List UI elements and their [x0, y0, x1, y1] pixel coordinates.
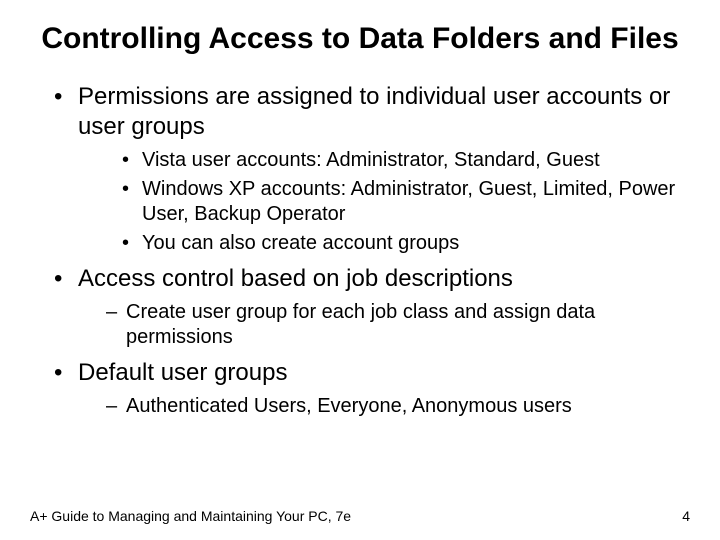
- bullet-list: Permissions are assigned to individual u…: [30, 82, 690, 419]
- bullet-text: Default user groups: [78, 359, 287, 386]
- bullet-item: Default user groups Authenticated Users,…: [54, 358, 690, 419]
- sub-dash-item: Authenticated Users, Everyone, Anonymous…: [106, 394, 690, 419]
- bullet-item: Permissions are assigned to individual u…: [54, 82, 690, 256]
- footer-left: A+ Guide to Managing and Maintaining You…: [30, 508, 351, 524]
- bullet-text: Permissions are assigned to individual u…: [78, 83, 670, 140]
- sub-dash-list: Authenticated Users, Everyone, Anonymous…: [78, 394, 690, 419]
- bullet-text: Access control based on job descriptions: [78, 265, 513, 292]
- sub-bullet-item: Windows XP accounts: Administrator, Gues…: [122, 177, 690, 227]
- sub-bullet-list: Vista user accounts: Administrator, Stan…: [78, 148, 690, 256]
- sub-bullet-item: You can also create account groups: [122, 231, 690, 256]
- slide-footer: A+ Guide to Managing and Maintaining You…: [30, 508, 690, 524]
- page-number: 4: [682, 508, 690, 524]
- slide-title: Controlling Access to Data Folders and F…: [30, 20, 690, 58]
- sub-dash-item: Create user group for each job class and…: [106, 300, 690, 350]
- sub-dash-list: Create user group for each job class and…: [78, 300, 690, 350]
- bullet-item: Access control based on job descriptions…: [54, 264, 690, 350]
- sub-bullet-item: Vista user accounts: Administrator, Stan…: [122, 148, 690, 173]
